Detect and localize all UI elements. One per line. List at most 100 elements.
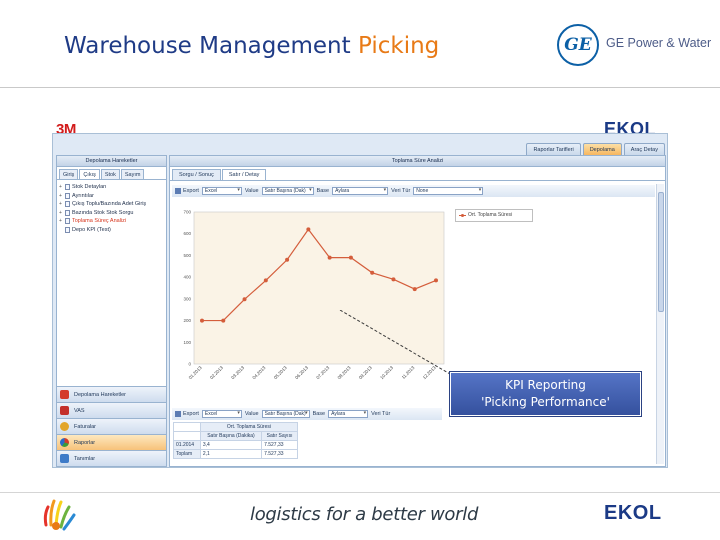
pivot-cell: 2,1 — [199, 449, 263, 459]
value-label: Value — [244, 188, 259, 194]
value-select[interactable]: Satır Başına (Dak) — [261, 187, 314, 195]
tree-item-label: Çıkış Toplu/Bazında Adet Giriş — [72, 201, 147, 207]
expand-icon: + — [59, 192, 62, 199]
data-point — [391, 277, 396, 282]
y-tick-label: 700 — [183, 210, 191, 215]
slogan: logistics for a better world — [250, 504, 479, 525]
slide-header: Warehouse Management Picking GE GE Power… — [0, 0, 720, 88]
data-point — [370, 270, 375, 275]
group-label: Veri Tür — [391, 188, 411, 194]
vertical-scrollbar[interactable] — [656, 184, 664, 464]
chart-legend: Ort. Toplama Süresi — [455, 209, 533, 222]
x-tick-label: 03.2013 — [230, 365, 245, 380]
table-row: Toplam 2,1 7.527,33 — [173, 449, 298, 459]
tree-item-label: Stok Detayları — [72, 184, 107, 190]
pivot-corner — [173, 431, 201, 441]
y-tick-label: 600 — [183, 231, 191, 236]
nav-item-reports[interactable]: Raporlar — [57, 434, 166, 450]
nav-label: Faturalar — [74, 423, 97, 430]
tab-count[interactable]: Sayım — [120, 169, 145, 179]
y-tick-label: 0 — [188, 362, 191, 367]
document-icon — [65, 201, 70, 208]
y-tick-label: 500 — [183, 253, 191, 258]
pivot-table: Ort. Toplama Süresi Satır Başına (Dakika… — [173, 422, 299, 459]
nav-item-vas[interactable]: VAS — [57, 402, 166, 418]
title-main: Warehouse Management — [64, 33, 351, 59]
nav-item-warehouse-moves[interactable]: Depolama Hareketler — [57, 386, 166, 402]
tree-item[interactable]: Depo KPI (Test) — [59, 226, 164, 235]
pivot-corner — [173, 422, 201, 432]
nav-item-definitions[interactable]: Tanımlar — [57, 450, 166, 466]
pivot-col: Satır Başına (Dakika) — [199, 431, 263, 441]
tree-item-picking-analysis[interactable]: + Toplama Süreç Analizi — [59, 217, 164, 226]
callout-line-2: 'Picking Performance' — [481, 395, 610, 409]
callout-connector — [339, 310, 450, 375]
data-point — [263, 278, 268, 283]
expand-icon: + — [59, 209, 62, 216]
document-icon — [65, 184, 70, 191]
table-row: 01.2014 3,4 7.527,33 — [173, 440, 298, 450]
app-window: Raporlar Tarifleri Depolama Araç Detay D… — [52, 133, 668, 468]
left-panel-title: Depolama Hareketler — [57, 156, 166, 167]
tab-query[interactable]: Sorgu / Sonuç — [172, 169, 221, 180]
legend-line-marker — [459, 214, 466, 217]
data-point — [412, 287, 417, 292]
content-tabs: Sorgu / Sonuç Satır / Detay — [170, 167, 665, 181]
pivot-row-label: 01.2014 — [173, 440, 201, 450]
partner-name: GE Power & Water — [606, 36, 712, 50]
group-label-2: Veri Tür — [371, 411, 391, 417]
base-select[interactable]: Aylara — [332, 187, 389, 195]
y-tick-label: 400 — [183, 275, 191, 280]
tree-item[interactable]: + Ayrıntılar — [59, 192, 164, 201]
nav-label: Tanımlar — [74, 455, 96, 462]
ekol-logo-bottom: EKOL — [604, 502, 662, 524]
y-tick-label: 300 — [183, 296, 191, 301]
value-select-2[interactable]: Satır Başına (Dak) — [261, 410, 310, 418]
group-select[interactable]: None — [413, 187, 484, 195]
expand-icon: + — [59, 201, 62, 207]
expand-icon: + — [59, 218, 62, 224]
callout-line-1: KPI Reporting — [505, 378, 586, 392]
tree-item[interactable]: + Bazında Stok Stok Sorgu — [59, 209, 164, 218]
export-button[interactable]: Export — [175, 188, 199, 194]
export-icon — [175, 411, 181, 417]
base-select-2[interactable]: Aylara — [328, 410, 369, 418]
footer-divider — [0, 492, 720, 493]
scrollbar-thumb[interactable] — [658, 192, 664, 312]
export-button-2[interactable]: Export — [175, 411, 199, 417]
data-point — [285, 257, 290, 262]
y-tick-label: 200 — [183, 318, 191, 323]
nav-label: Raporlar — [74, 439, 96, 446]
invoice-icon — [60, 422, 69, 431]
content-title: Toplama Süre Analizi — [170, 156, 665, 167]
report-chart-icon — [60, 438, 69, 447]
pivot-header: Ort. Toplama Süresi — [199, 422, 299, 432]
tab-entry[interactable]: Giriş — [59, 169, 79, 179]
title-highlight: Picking — [357, 33, 440, 59]
tree-item-label: Toplama Süreç Analizi — [72, 218, 127, 224]
export-format-select-2[interactable]: Excel — [201, 410, 242, 418]
data-point — [434, 278, 438, 283]
expand-icon: + — [59, 184, 62, 190]
value-label-2: Value — [244, 411, 259, 417]
tab-stock[interactable]: Stok — [100, 169, 120, 179]
x-tick-label: 02.2013 — [209, 365, 224, 380]
y-tick-label: 100 — [183, 340, 191, 345]
partner-logo: GE GE Power & Water — [557, 24, 715, 66]
x-tick-label: 05.2013 — [273, 365, 288, 380]
legend-label: Ort. Toplama Süresi — [468, 212, 513, 218]
nav-item-invoices[interactable]: Faturalar — [57, 418, 166, 434]
export-format-select[interactable]: Excel — [201, 187, 242, 195]
tree-item[interactable]: + Çıkış Toplu/Bazında Adet Giriş — [59, 200, 164, 209]
x-tick-label: 01.2013 — [188, 365, 203, 380]
tab-detail[interactable]: Satır / Detay — [221, 169, 267, 180]
nav-stack: Depolama Hareketler VAS Faturalar Raporl… — [57, 386, 166, 466]
document-icon — [65, 218, 70, 225]
tree-item-label: Ayrıntılar — [72, 192, 94, 199]
document-icon — [65, 226, 70, 233]
export-label: Export — [183, 411, 199, 417]
tree-item[interactable]: + Stok Detayları — [59, 183, 164, 192]
tab-exit[interactable]: Çıkış — [79, 169, 100, 179]
tree-item-label: Depo KPI (Test) — [72, 226, 111, 233]
tree-item-label: Bazında Stok Stok Sorgu — [72, 209, 134, 216]
